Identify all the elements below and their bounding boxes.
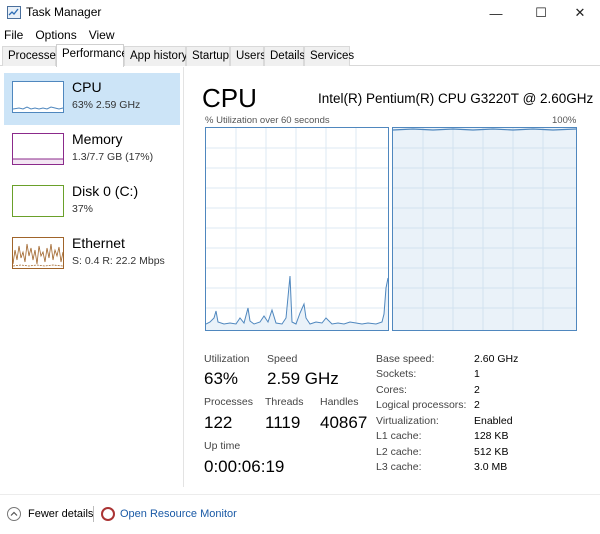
sidebar-item-cpu[interactable]: CPU 63% 2.59 GHz [4, 73, 180, 125]
l3-cache-label: L3 cache: [376, 461, 422, 473]
title-bar: Task Manager — ☐ ✕ [0, 0, 600, 26]
maximize-button[interactable]: ☐ [519, 0, 563, 26]
open-resource-monitor-link[interactable]: Open Resource Monitor [120, 508, 237, 520]
virtualization-value: Enabled [474, 415, 513, 427]
tab-app-history[interactable]: App history [124, 46, 188, 66]
sidebar-item-title: Memory [72, 131, 123, 147]
menu-bar: File Options View [0, 26, 600, 44]
sidebar-item-subtitle: 37% [72, 203, 94, 215]
base-speed-value: 2.60 GHz [474, 353, 519, 365]
l2-cache-value: 512 KB [474, 446, 509, 458]
sidebar-item-title: Ethernet [72, 235, 125, 251]
footer-bar: Fewer details Open Resource Monitor [0, 494, 600, 534]
task-manager-icon [7, 6, 21, 19]
minimize-button[interactable]: — [474, 0, 518, 26]
sidebar-item-subtitle: 63% 2.59 GHz [72, 99, 141, 111]
l1-cache-label: L1 cache: [376, 430, 422, 442]
speed-label: Speed [267, 353, 298, 365]
sidebar-item-title: CPU [72, 79, 102, 95]
sidebar-item-disk[interactable]: Disk 0 (C:) 37% [4, 177, 180, 229]
menu-file[interactable]: File [4, 28, 23, 42]
threads-value: 1119 [265, 413, 301, 432]
tab-details[interactable]: Details [264, 46, 305, 66]
tab-performance[interactable]: Performance [56, 44, 128, 67]
tab-processes[interactable]: Processes [2, 46, 62, 66]
footer-divider [93, 506, 94, 522]
l2-cache-label: L2 cache: [376, 446, 422, 458]
tab-users[interactable]: Users [230, 46, 266, 66]
menu-view[interactable]: View [89, 28, 115, 42]
l1-cache-value: 128 KB [474, 430, 509, 442]
resource-monitor-icon[interactable] [101, 507, 115, 521]
tab-startup[interactable]: Startup [186, 46, 230, 66]
sidebar-item-memory[interactable]: Memory 1.3/7.7 GB (17%) [4, 125, 180, 177]
cpu-model-name: Intel(R) Pentium(R) CPU G3220T @ 2.60GHz [318, 91, 594, 106]
chevron-up-icon[interactable] [7, 507, 21, 521]
sidebar-item-ethernet[interactable]: Ethernet S: 0.4 R: 22.2 Mbps [4, 229, 180, 281]
uptime-label: Up time [204, 440, 241, 452]
l3-cache-value: 3.0 MB [474, 461, 508, 473]
menu-options[interactable]: Options [35, 28, 76, 42]
logical-processors-value: 2 [474, 399, 480, 411]
handles-label: Handles [320, 396, 359, 408]
logical-processors-label: Logical processors: [376, 399, 467, 411]
virtualization-label: Virtualization: [376, 415, 439, 427]
cores-value: 2 [474, 384, 480, 396]
ethernet-thumbnail-graph [12, 237, 64, 269]
utilization-label: Utilization [204, 353, 250, 365]
sockets-label: Sockets: [376, 368, 417, 380]
threads-label: Threads [265, 396, 304, 408]
cpu-panel: CPU Intel(R) Pentium(R) CPU G3220T @ 2.6… [190, 67, 600, 487]
memory-thumbnail-graph [12, 133, 64, 165]
graph-max-label: 100% [552, 115, 577, 126]
fewer-details-button[interactable]: Fewer details [28, 508, 93, 520]
utilization-value: 63% [204, 369, 239, 388]
cpu-graph-core-0 [205, 127, 389, 331]
processes-value: 122 [204, 413, 233, 432]
close-button[interactable]: ✕ [558, 0, 600, 26]
window-title: Task Manager [26, 5, 102, 19]
page-title: CPU [202, 83, 257, 113]
sockets-value: 1 [474, 368, 480, 380]
tab-services[interactable]: Services [304, 46, 354, 66]
graph-caption: % Utilization over 60 seconds [205, 115, 330, 126]
handles-value: 40867 [320, 413, 368, 432]
speed-value: 2.59 GHz [267, 369, 339, 388]
tab-bar: Processes Performance App history Startu… [0, 44, 600, 67]
disk-thumbnail-graph [12, 185, 64, 217]
cores-label: Cores: [376, 384, 407, 396]
cpu-graph-core-1 [392, 127, 577, 331]
uptime-value: 0:00:06:19 [204, 457, 285, 476]
processes-label: Processes [204, 396, 254, 408]
sidebar-item-subtitle: S: 0.4 R: 22.2 Mbps [72, 255, 165, 267]
resource-sidebar: CPU 63% 2.59 GHz Memory 1.3/7.7 GB (17%)… [0, 67, 184, 487]
base-speed-label: Base speed: [376, 353, 435, 365]
cpu-thumbnail-graph [12, 81, 64, 113]
sidebar-item-subtitle: 1.3/7.7 GB (17%) [72, 151, 154, 163]
sidebar-item-title: Disk 0 (C:) [72, 183, 139, 199]
